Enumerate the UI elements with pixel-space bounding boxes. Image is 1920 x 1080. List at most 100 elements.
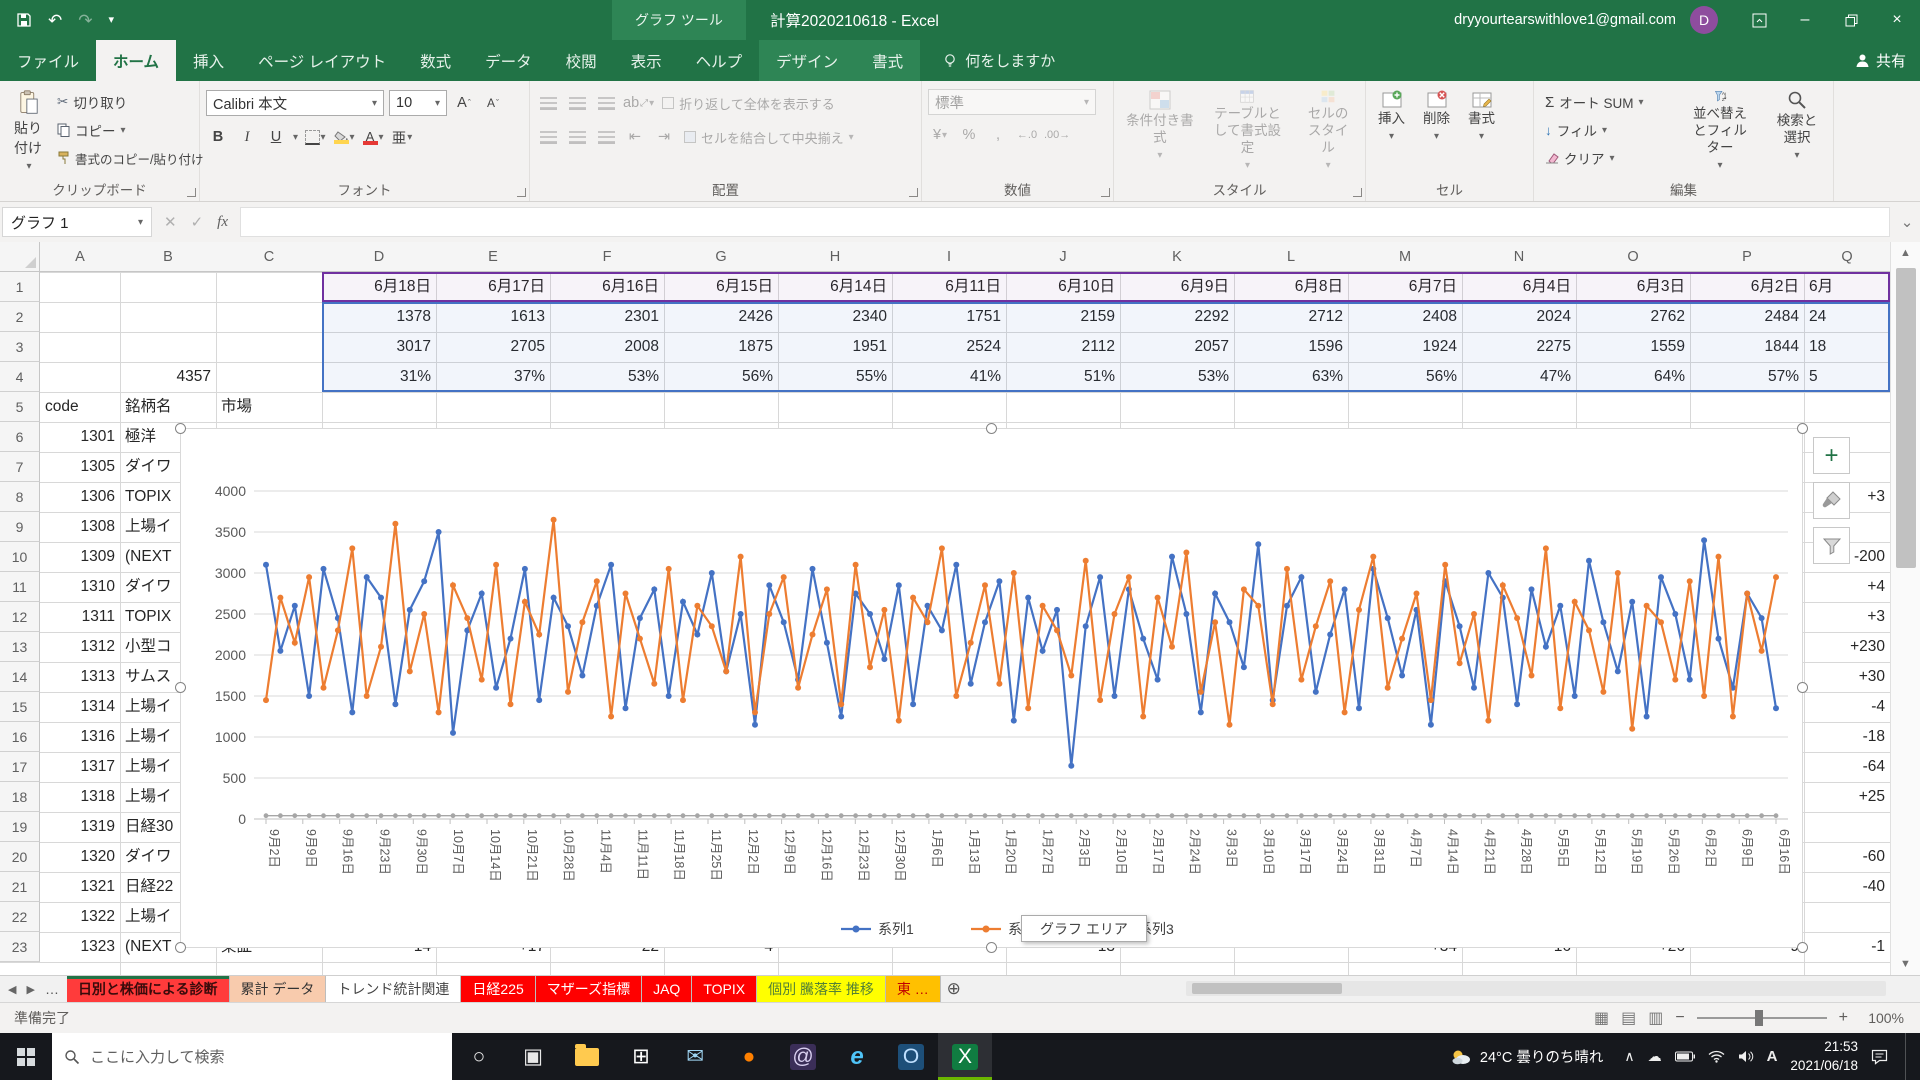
increase-decimal-icon[interactable]: ←.0 (1015, 123, 1039, 147)
column-header-I[interactable]: I (892, 242, 1007, 272)
cell-I3[interactable]: 2524 (892, 332, 1006, 362)
ribbon-tab-デザイン[interactable]: デザイン (759, 40, 855, 81)
percent-format-icon[interactable]: % (957, 123, 981, 147)
taskbar-app-outlook[interactable]: O (884, 1033, 938, 1080)
chart-handle-bottom-center[interactable] (986, 942, 997, 953)
zoom-slider-thumb[interactable] (1755, 1010, 1763, 1026)
row-header-5[interactable]: 5 (0, 392, 40, 422)
cell-P3[interactable]: 1844 (1690, 332, 1804, 362)
delete-cells-button[interactable]: 削除▾ (1417, 85, 1456, 177)
clear-button[interactable]: クリア▾ (1542, 146, 1673, 170)
clipboard-dialog-launcher-icon[interactable] (187, 188, 196, 197)
align-right-icon[interactable] (594, 125, 618, 149)
select-all-corner[interactable] (0, 242, 40, 272)
ime-mode-indicator[interactable]: A (1767, 1048, 1778, 1065)
row-header-2[interactable]: 2 (0, 302, 40, 332)
cell-A11[interactable]: 1310 (40, 572, 120, 602)
styles-dialog-launcher-icon[interactable] (1353, 188, 1362, 197)
cancel-entry-icon[interactable]: ✕ (164, 213, 177, 231)
align-bottom-icon[interactable] (594, 91, 618, 115)
paste-button[interactable]: 貼り付け▾ (6, 85, 52, 177)
column-header-D[interactable]: D (322, 242, 437, 272)
fill-color-icon[interactable]: ▾ (332, 125, 356, 149)
cell-I4[interactable]: 41% (892, 362, 1006, 392)
taskbar-app-firefox[interactable]: ● (722, 1033, 776, 1080)
confirm-entry-icon[interactable]: ✓ (191, 213, 204, 231)
start-button[interactable] (0, 1033, 52, 1080)
restore-button[interactable] (1828, 0, 1874, 40)
chart-handle-top-left[interactable] (175, 423, 186, 434)
comma-format-icon[interactable]: , (986, 123, 1010, 147)
cell-Q13[interactable]: +230 (1804, 632, 1890, 662)
cell-F4[interactable]: 53% (550, 362, 664, 392)
cell-M1[interactable]: 6月7日 (1348, 272, 1462, 302)
cell-B5[interactable]: 銘柄名 (120, 392, 216, 422)
column-header-H[interactable]: H (778, 242, 893, 272)
decrease-indent-icon[interactable]: ⇤ (623, 125, 647, 149)
row-header-12[interactable]: 12 (0, 602, 40, 632)
close-button[interactable]: × (1874, 0, 1920, 40)
cell-M2[interactable]: 2408 (1348, 302, 1462, 332)
save-icon[interactable] (16, 12, 32, 28)
ribbon-tab-ホーム[interactable]: ホーム (96, 40, 176, 81)
orientation-icon[interactable]: ab⤢▾ (623, 91, 654, 115)
align-left-icon[interactable] (536, 125, 560, 149)
cell-Q11[interactable]: +4 (1804, 572, 1890, 602)
cell-N2[interactable]: 2024 (1462, 302, 1576, 332)
cell-C5[interactable]: 市場 (216, 392, 322, 422)
decrease-font-icon[interactable]: Aˇ (481, 91, 505, 115)
format-cells-button[interactable]: 書式▾ (1462, 85, 1501, 177)
cell-E3[interactable]: 2705 (436, 332, 550, 362)
autosum-button[interactable]: Σオート SUM▾ (1542, 90, 1673, 114)
font-dialog-launcher-icon[interactable] (517, 188, 526, 197)
column-header-J[interactable]: J (1006, 242, 1121, 272)
row-header-22[interactable]: 22 (0, 902, 40, 932)
cell-D3[interactable]: 3017 (322, 332, 436, 362)
row-header-17[interactable]: 17 (0, 752, 40, 782)
row-header-1[interactable]: 1 (0, 272, 40, 302)
cell-F2[interactable]: 2301 (550, 302, 664, 332)
cell-A5[interactable]: code (40, 392, 120, 422)
cell-O1[interactable]: 6月3日 (1576, 272, 1690, 302)
cell-Q18[interactable]: +25 (1804, 782, 1890, 812)
row-header-7[interactable]: 7 (0, 452, 40, 482)
show-desktop-strip[interactable] (1905, 1033, 1910, 1080)
cell-K3[interactable]: 2057 (1120, 332, 1234, 362)
column-header-B[interactable]: B (120, 242, 217, 272)
cell-K2[interactable]: 2292 (1120, 302, 1234, 332)
cell-D1[interactable]: 6月18日 (322, 272, 436, 302)
format-painter-button[interactable]: 書式のコピー/貼り付け (54, 146, 206, 170)
zoom-level[interactable]: 100% (1860, 1010, 1904, 1026)
font-size-combo[interactable]: 10▾ (389, 90, 447, 116)
ribbon-tab-データ[interactable]: データ (468, 40, 549, 81)
column-header-O[interactable]: O (1576, 242, 1691, 272)
decrease-decimal-icon[interactable]: .00→ (1044, 123, 1070, 147)
cell-A21[interactable]: 1321 (40, 872, 120, 902)
sheet-tab-東 …[interactable]: 東 … (886, 976, 941, 1002)
cell-A12[interactable]: 1311 (40, 602, 120, 632)
ribbon-tab-挿入[interactable]: 挿入 (176, 40, 241, 81)
sheet-tab-個別 騰落率 推移[interactable]: 個別 騰落率 推移 (757, 976, 886, 1002)
cell-Q23[interactable]: -1 (1804, 932, 1890, 962)
taskbar-app-at-app[interactable]: @ (776, 1033, 830, 1080)
cell-Q15[interactable]: -4 (1804, 692, 1890, 722)
cell-I2[interactable]: 1751 (892, 302, 1006, 332)
increase-indent-icon[interactable]: ⇥ (652, 125, 676, 149)
find-select-button[interactable]: 検索と選択▾ (1765, 85, 1829, 177)
wrap-text-button[interactable]: 折り返して全体を表示する (659, 91, 838, 115)
ribbon-tab-ファイル[interactable]: ファイル (0, 40, 96, 81)
cell-Q20[interactable]: -60 (1804, 842, 1890, 872)
insert-cells-button[interactable]: 挿入▾ (1372, 85, 1411, 177)
zoom-slider[interactable] (1697, 1017, 1827, 1019)
cell-H2[interactable]: 2340 (778, 302, 892, 332)
sheet-tab-累計 データ[interactable]: 累計 データ (230, 976, 327, 1002)
chart-filter-button[interactable] (1813, 527, 1850, 564)
cell-O3[interactable]: 1559 (1576, 332, 1690, 362)
scroll-up-icon[interactable]: ▲ (1891, 242, 1920, 264)
horizontal-scroll-thumb[interactable] (1192, 983, 1342, 994)
bold-button[interactable]: B (206, 125, 230, 149)
onedrive-cloud-icon[interactable]: ☁ (1648, 1048, 1662, 1065)
row-header-9[interactable]: 9 (0, 512, 40, 542)
alignment-dialog-launcher-icon[interactable] (909, 188, 918, 197)
row-header-11[interactable]: 11 (0, 572, 40, 602)
